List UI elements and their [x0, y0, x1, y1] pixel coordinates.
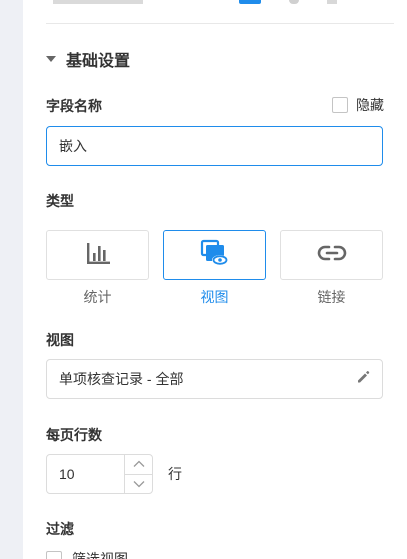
- filter-view-label: 筛选视图: [72, 551, 128, 559]
- view-select[interactable]: 单项核查记录 - 全部: [46, 359, 383, 399]
- type-option-statistics[interactable]: [46, 230, 149, 280]
- cut-off-tab-fragment: [327, 0, 337, 4]
- filter-view-toggle[interactable]: 筛选视图: [46, 549, 128, 559]
- chevron-down-icon: [133, 475, 145, 493]
- link-icon: [317, 243, 347, 268]
- header-divider: [46, 23, 394, 24]
- rows-unit-label: 行: [168, 466, 182, 482]
- type-option-statistics-label[interactable]: 统计: [46, 287, 149, 307]
- type-option-view-label[interactable]: 视图: [163, 287, 266, 307]
- stepper-decrement-button[interactable]: [125, 473, 152, 494]
- caret-down-icon[interactable]: [46, 56, 56, 62]
- view-label: 视图: [46, 332, 74, 348]
- hide-checkbox[interactable]: [332, 97, 348, 113]
- stepper-increment-button[interactable]: [125, 455, 152, 474]
- filter-view-checkbox[interactable]: [46, 551, 62, 559]
- stepper-buttons: [124, 455, 152, 493]
- cut-off-title-fragment: [53, 0, 143, 4]
- rows-per-page-label: 每页行数: [46, 427, 102, 443]
- top-header-cutoff: [23, 0, 407, 24]
- hide-label: 隐藏: [356, 97, 384, 113]
- field-settings-panel: 基础设置 字段名称 隐藏 类型 统计: [23, 0, 407, 559]
- cut-off-tab-fragment: [289, 0, 299, 4]
- basic-settings-header[interactable]: 基础设置: [46, 48, 130, 70]
- rows-per-page-value[interactable]: 10: [47, 455, 124, 493]
- section-title: 基础设置: [66, 53, 131, 70]
- left-sidebar-strip: [0, 0, 23, 559]
- type-option-link[interactable]: [280, 230, 383, 280]
- filter-label: 过滤: [46, 521, 74, 537]
- view-select-value: 单项核查记录 - 全部: [59, 371, 184, 387]
- bar-chart-icon: [85, 240, 111, 271]
- field-name-input[interactable]: [46, 126, 383, 166]
- type-label: 类型: [46, 193, 74, 209]
- cut-off-active-tab-fragment: [239, 0, 261, 4]
- chevron-up-icon: [133, 455, 145, 473]
- type-option-link-label[interactable]: 链接: [280, 287, 383, 307]
- field-name-label: 字段名称: [46, 98, 102, 114]
- hide-toggle[interactable]: 隐藏: [332, 96, 384, 114]
- rows-per-page-stepper[interactable]: 10: [46, 454, 153, 494]
- type-option-view[interactable]: [163, 230, 266, 280]
- pencil-icon[interactable]: [356, 370, 370, 389]
- view-icon: [200, 239, 230, 272]
